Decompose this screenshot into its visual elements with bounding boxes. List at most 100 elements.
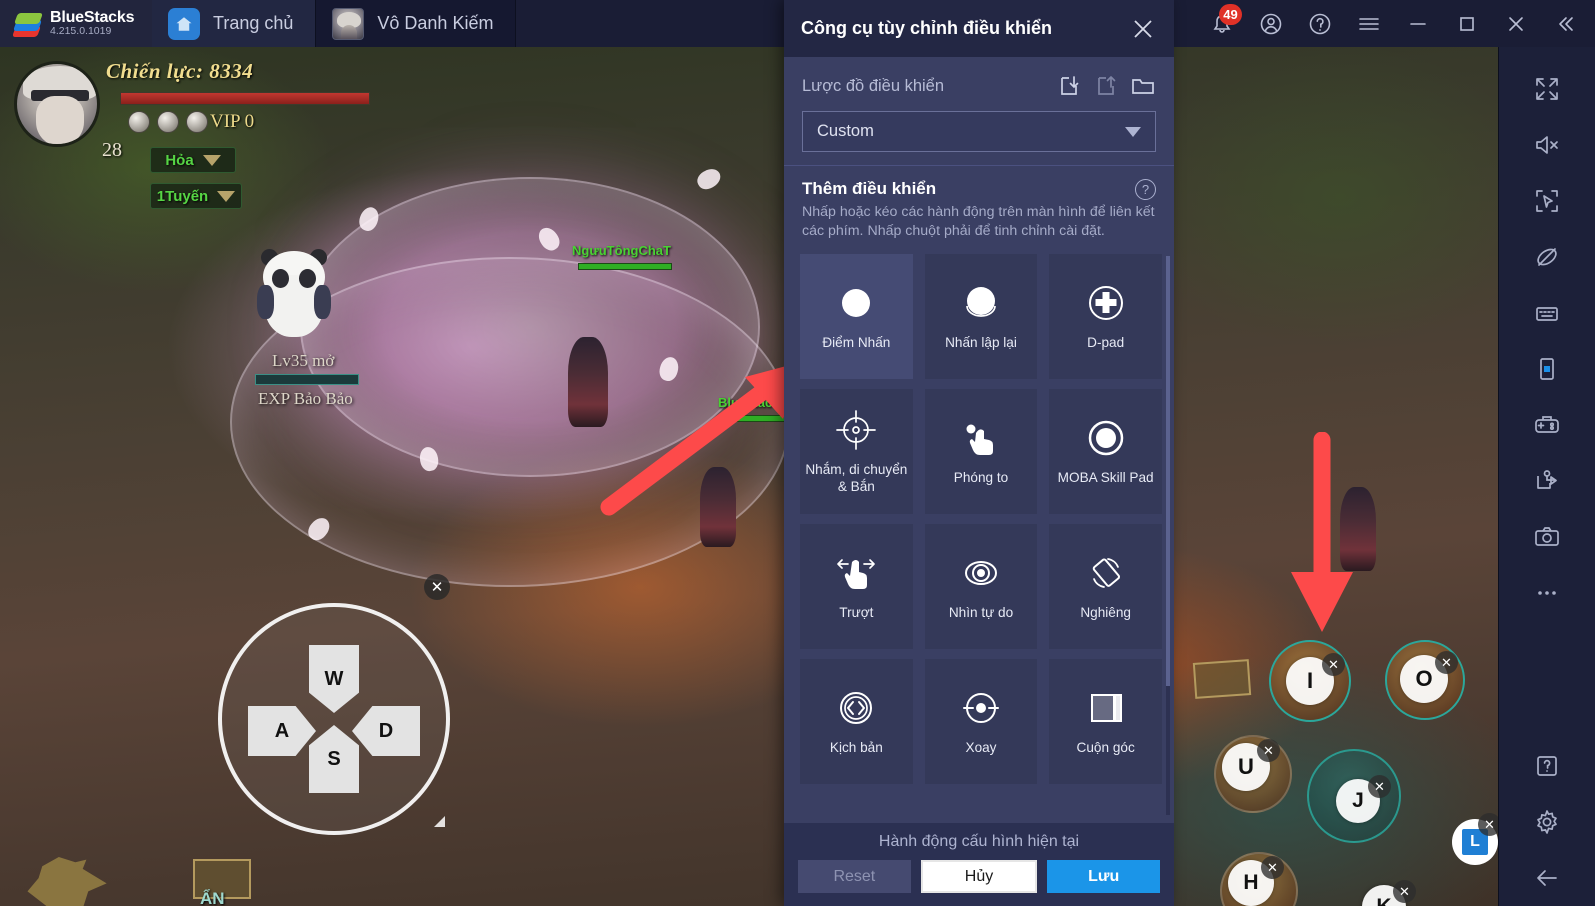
pet-exp-bar xyxy=(255,374,359,385)
line-select[interactable]: 1Tuyến xyxy=(150,183,242,209)
add-controls-title: Thêm điều khiển xyxy=(802,179,937,198)
tab-game-app[interactable]: Vô Danh Kiếm xyxy=(316,0,517,47)
pet-exp-label: EXP Bảo Bảo xyxy=(258,389,353,408)
macro-record-icon[interactable] xyxy=(1519,453,1575,509)
save-button[interactable]: Lưu xyxy=(1047,860,1161,893)
controls-editor-panel[interactable]: Công cụ tùy chỉnh điều khiển Lược đồ điề… xyxy=(784,0,1174,906)
tab-home[interactable]: Trang chủ xyxy=(152,0,317,47)
key-remove-icon-i[interactable]: ✕ xyxy=(1322,653,1345,676)
key-remove-icon-o[interactable]: ✕ xyxy=(1435,651,1458,674)
control-card-label: Phóng to xyxy=(953,470,1009,486)
control-card-zoom[interactable]: Phóng to xyxy=(924,388,1038,514)
home-icon xyxy=(168,7,200,40)
hide-ui-label[interactable]: ẨN xyxy=(200,889,225,906)
key-remove-icon-k[interactable]: ✕ xyxy=(1393,880,1416,903)
controls-card-list[interactable]: Điểm Nhấn Nhấn lập lại D-pad Nhắm, di chuyể… xyxy=(784,248,1174,823)
screenshot-icon[interactable] xyxy=(1519,509,1575,565)
export-scheme-icon[interactable] xyxy=(1093,73,1119,99)
fullscreen-icon[interactable] xyxy=(1519,61,1575,117)
panel-close-icon[interactable] xyxy=(1126,12,1160,46)
dpad-icon xyxy=(1085,280,1127,326)
dpad-resize-handle[interactable] xyxy=(434,816,445,827)
battle-power-label: Chiến lực: 8334 xyxy=(106,59,254,83)
no-rotate-icon[interactable] xyxy=(1519,229,1575,285)
collapse-icon[interactable] xyxy=(1540,0,1589,47)
pet-panda xyxy=(255,247,333,339)
npc-nameplate: NgưuTôngChaT xyxy=(572,243,671,258)
footer-title: Hành động cấu hình hiện tại xyxy=(878,833,1080,850)
control-card-label: Điểm Nhấn xyxy=(822,335,891,351)
app-version: 4.215.0.1019 xyxy=(50,25,112,38)
chevron-down-icon xyxy=(202,154,221,166)
menu-icon[interactable] xyxy=(1344,0,1393,47)
control-scheme-select[interactable]: Custom xyxy=(802,111,1156,152)
tab-home-label: Trang chủ xyxy=(213,13,294,33)
control-card-label: Xoay xyxy=(965,740,997,756)
control-card-tilt[interactable]: Nghiêng xyxy=(1049,523,1162,649)
mute-icon[interactable] xyxy=(1519,117,1575,173)
control-card-rotate[interactable]: Xoay xyxy=(924,658,1038,784)
import-scheme-icon[interactable] xyxy=(1056,73,1082,99)
element-select[interactable]: Hỏa xyxy=(150,147,236,173)
cancel-button[interactable]: Hủy xyxy=(920,860,1038,893)
control-card-dpad[interactable]: D-pad xyxy=(1049,253,1162,379)
control-card-script[interactable]: Kịch bản xyxy=(800,658,913,784)
tools-sidebar[interactable] xyxy=(1498,47,1595,906)
game-viewport[interactable]: NgưuTôngChaT BluestackZ Chiến lực: 8334 … xyxy=(0,47,1498,906)
element-select-label: Hỏa xyxy=(165,151,194,169)
tilt-icon xyxy=(1085,550,1127,596)
control-card-swipe[interactable]: Trượt xyxy=(800,523,913,649)
minimize-icon[interactable] xyxy=(1393,0,1442,47)
help-circle-icon[interactable]: ? xyxy=(1135,179,1156,200)
zoom-icon xyxy=(960,415,1002,461)
tab-game-app-label: Vô Danh Kiếm xyxy=(377,13,494,33)
key-remove-icon-u[interactable]: ✕ xyxy=(1257,739,1280,762)
chevron-down-icon xyxy=(1125,126,1141,137)
keyboard-icon[interactable] xyxy=(1519,285,1575,341)
control-card-aim-move-shoot[interactable]: Nhắm, di chuyển & Bắn xyxy=(800,388,913,514)
reset-button[interactable]: Reset xyxy=(798,860,911,893)
account-icon[interactable] xyxy=(1246,0,1295,47)
control-card-label: Nghiêng xyxy=(1080,605,1131,621)
control-card-label: MOBA Skill Pad xyxy=(1057,470,1154,486)
control-scheme-section: Lược đồ điều khiển Custom xyxy=(784,57,1174,165)
notifications-button[interactable]: 49 xyxy=(1197,0,1246,47)
portrait-mode-icon[interactable] xyxy=(1519,341,1575,397)
control-card-moba-skill-pad[interactable]: MOBA Skill Pad xyxy=(1049,388,1162,514)
dpad-overlay[interactable]: W A S D ✕ xyxy=(218,574,450,835)
help-box-icon[interactable] xyxy=(1519,738,1575,794)
control-card-label: Nhắm, di chuyển & Bắn xyxy=(805,462,908,494)
back-icon[interactable] xyxy=(1519,850,1575,906)
settings-icon[interactable] xyxy=(1519,794,1575,850)
panel-scrollbar-thumb[interactable] xyxy=(1166,255,1170,686)
pet-unlock-label: Lv35 mở xyxy=(272,351,335,370)
player-avatar[interactable] xyxy=(14,61,100,147)
maximize-icon[interactable] xyxy=(1442,0,1491,47)
script-icon xyxy=(835,685,877,731)
close-icon[interactable] xyxy=(1491,0,1540,47)
open-folder-icon[interactable] xyxy=(1130,73,1156,99)
bluestacks-logo: BlueStacks 4.215.0.1019 xyxy=(0,0,152,47)
dpad-close-icon[interactable]: ✕ xyxy=(424,574,450,600)
quest-panel-icon[interactable] xyxy=(1192,659,1252,699)
control-card-free-look[interactable]: Nhìn tự do xyxy=(924,523,1038,649)
panel-header: Công cụ tùy chỉnh điều khiển xyxy=(784,0,1174,57)
control-card-tap-spot[interactable]: Điểm Nhấn xyxy=(800,253,913,379)
npc-nameplate: BluestackZ xyxy=(718,395,788,410)
control-card-repeated-tap[interactable]: Nhấn lập lại xyxy=(924,253,1038,379)
key-remove-icon-h[interactable]: ✕ xyxy=(1261,856,1284,879)
cursor-capture-icon[interactable] xyxy=(1519,173,1575,229)
control-scheme-value: Custom xyxy=(817,122,874,140)
gamepad-icon[interactable] xyxy=(1519,397,1575,453)
more-icon[interactable] xyxy=(1519,565,1575,621)
npc-character xyxy=(700,467,736,547)
add-controls-description: Nhấp hoặc kéo các hành động trên màn hìn… xyxy=(802,204,1155,240)
control-card-edge-scroll[interactable]: Cuộn góc xyxy=(1049,658,1162,784)
player-orbs xyxy=(128,111,208,133)
moba-skill-pad-icon xyxy=(1084,415,1128,461)
player-character xyxy=(568,337,608,427)
key-remove-icon-j[interactable]: ✕ xyxy=(1368,775,1391,798)
key-remove-icon-l[interactable]: ✕ xyxy=(1478,813,1498,836)
help-icon[interactable] xyxy=(1295,0,1344,47)
line-select-label: 1Tuyến xyxy=(156,187,209,205)
